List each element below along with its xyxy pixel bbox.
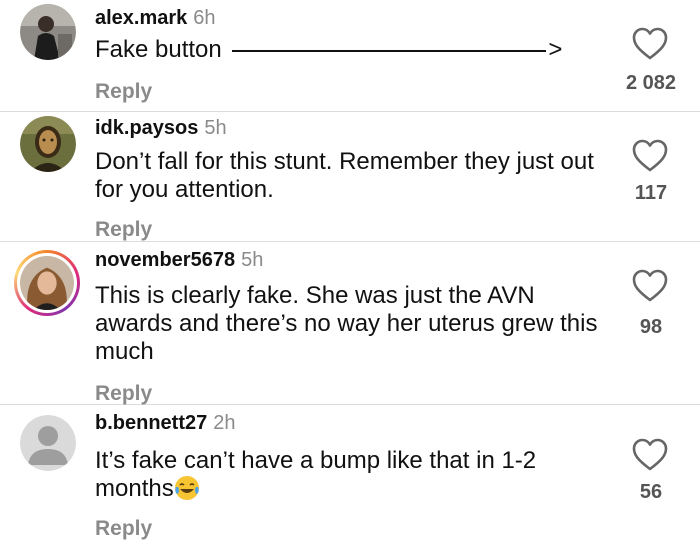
comment-body: It’s fake can’t have a bump like that in…	[95, 447, 537, 502]
comment-item: idk.paysos 5h Don’t fall for this stunt. …	[0, 112, 700, 242]
heart-icon[interactable]	[630, 24, 670, 64]
avatar-with-story-ring[interactable]	[14, 250, 80, 316]
comment-text: Don’t fall for this stunt. Remember they…	[95, 148, 594, 203]
avatar[interactable]	[20, 4, 76, 60]
username[interactable]: november5678	[95, 249, 235, 271]
timestamp: 5h	[241, 249, 264, 271]
like-count: 2 082	[625, 72, 677, 94]
comment-meta: b.bennett27 2h	[95, 411, 236, 435]
heart-icon[interactable]	[630, 435, 670, 475]
username[interactable]: idk.paysos	[95, 117, 198, 139]
like-count: 98	[639, 316, 663, 338]
comment-body: Fake button	[95, 36, 222, 63]
reply-button[interactable]: Reply	[95, 517, 152, 541]
timestamp: 6h	[193, 7, 216, 29]
comment-item: b.bennett27 2h It’s fake can’t have a bum…	[0, 405, 700, 543]
reply-button[interactable]: Reply	[95, 80, 152, 104]
comment-meta: alex.mark 6h	[95, 6, 216, 30]
username[interactable]: alex.mark	[95, 7, 187, 29]
timestamp: 5h	[204, 117, 227, 139]
reply-button[interactable]: Reply	[95, 382, 152, 406]
comment-item: november5678 5h This is clearly fake. She…	[0, 242, 700, 405]
avatar[interactable]	[20, 116, 76, 172]
heart-icon[interactable]	[630, 266, 670, 306]
comment-meta: idk.paysos 5h	[95, 116, 227, 140]
face-with-tears-of-joy-icon	[174, 476, 199, 500]
like-count: 117	[634, 182, 668, 204]
reply-button[interactable]: Reply	[95, 218, 152, 242]
comment-meta: november5678 5h	[95, 248, 263, 272]
heart-icon[interactable]	[630, 136, 670, 176]
like-count: 56	[639, 481, 663, 503]
comment-text: Fake button >	[95, 36, 615, 64]
arrow-head: >	[548, 36, 563, 63]
comment-text: It’s fake can’t have a bump like that in…	[95, 447, 605, 503]
timestamp: 2h	[213, 412, 236, 434]
comment-item: alex.mark 6h Fake button > Reply 2 082	[0, 0, 700, 112]
arrow-line-icon	[232, 49, 547, 52]
username[interactable]: b.bennett27	[95, 412, 207, 434]
avatar[interactable]	[20, 415, 76, 471]
comment-text: This is clearly fake. She was just the A…	[95, 282, 598, 365]
